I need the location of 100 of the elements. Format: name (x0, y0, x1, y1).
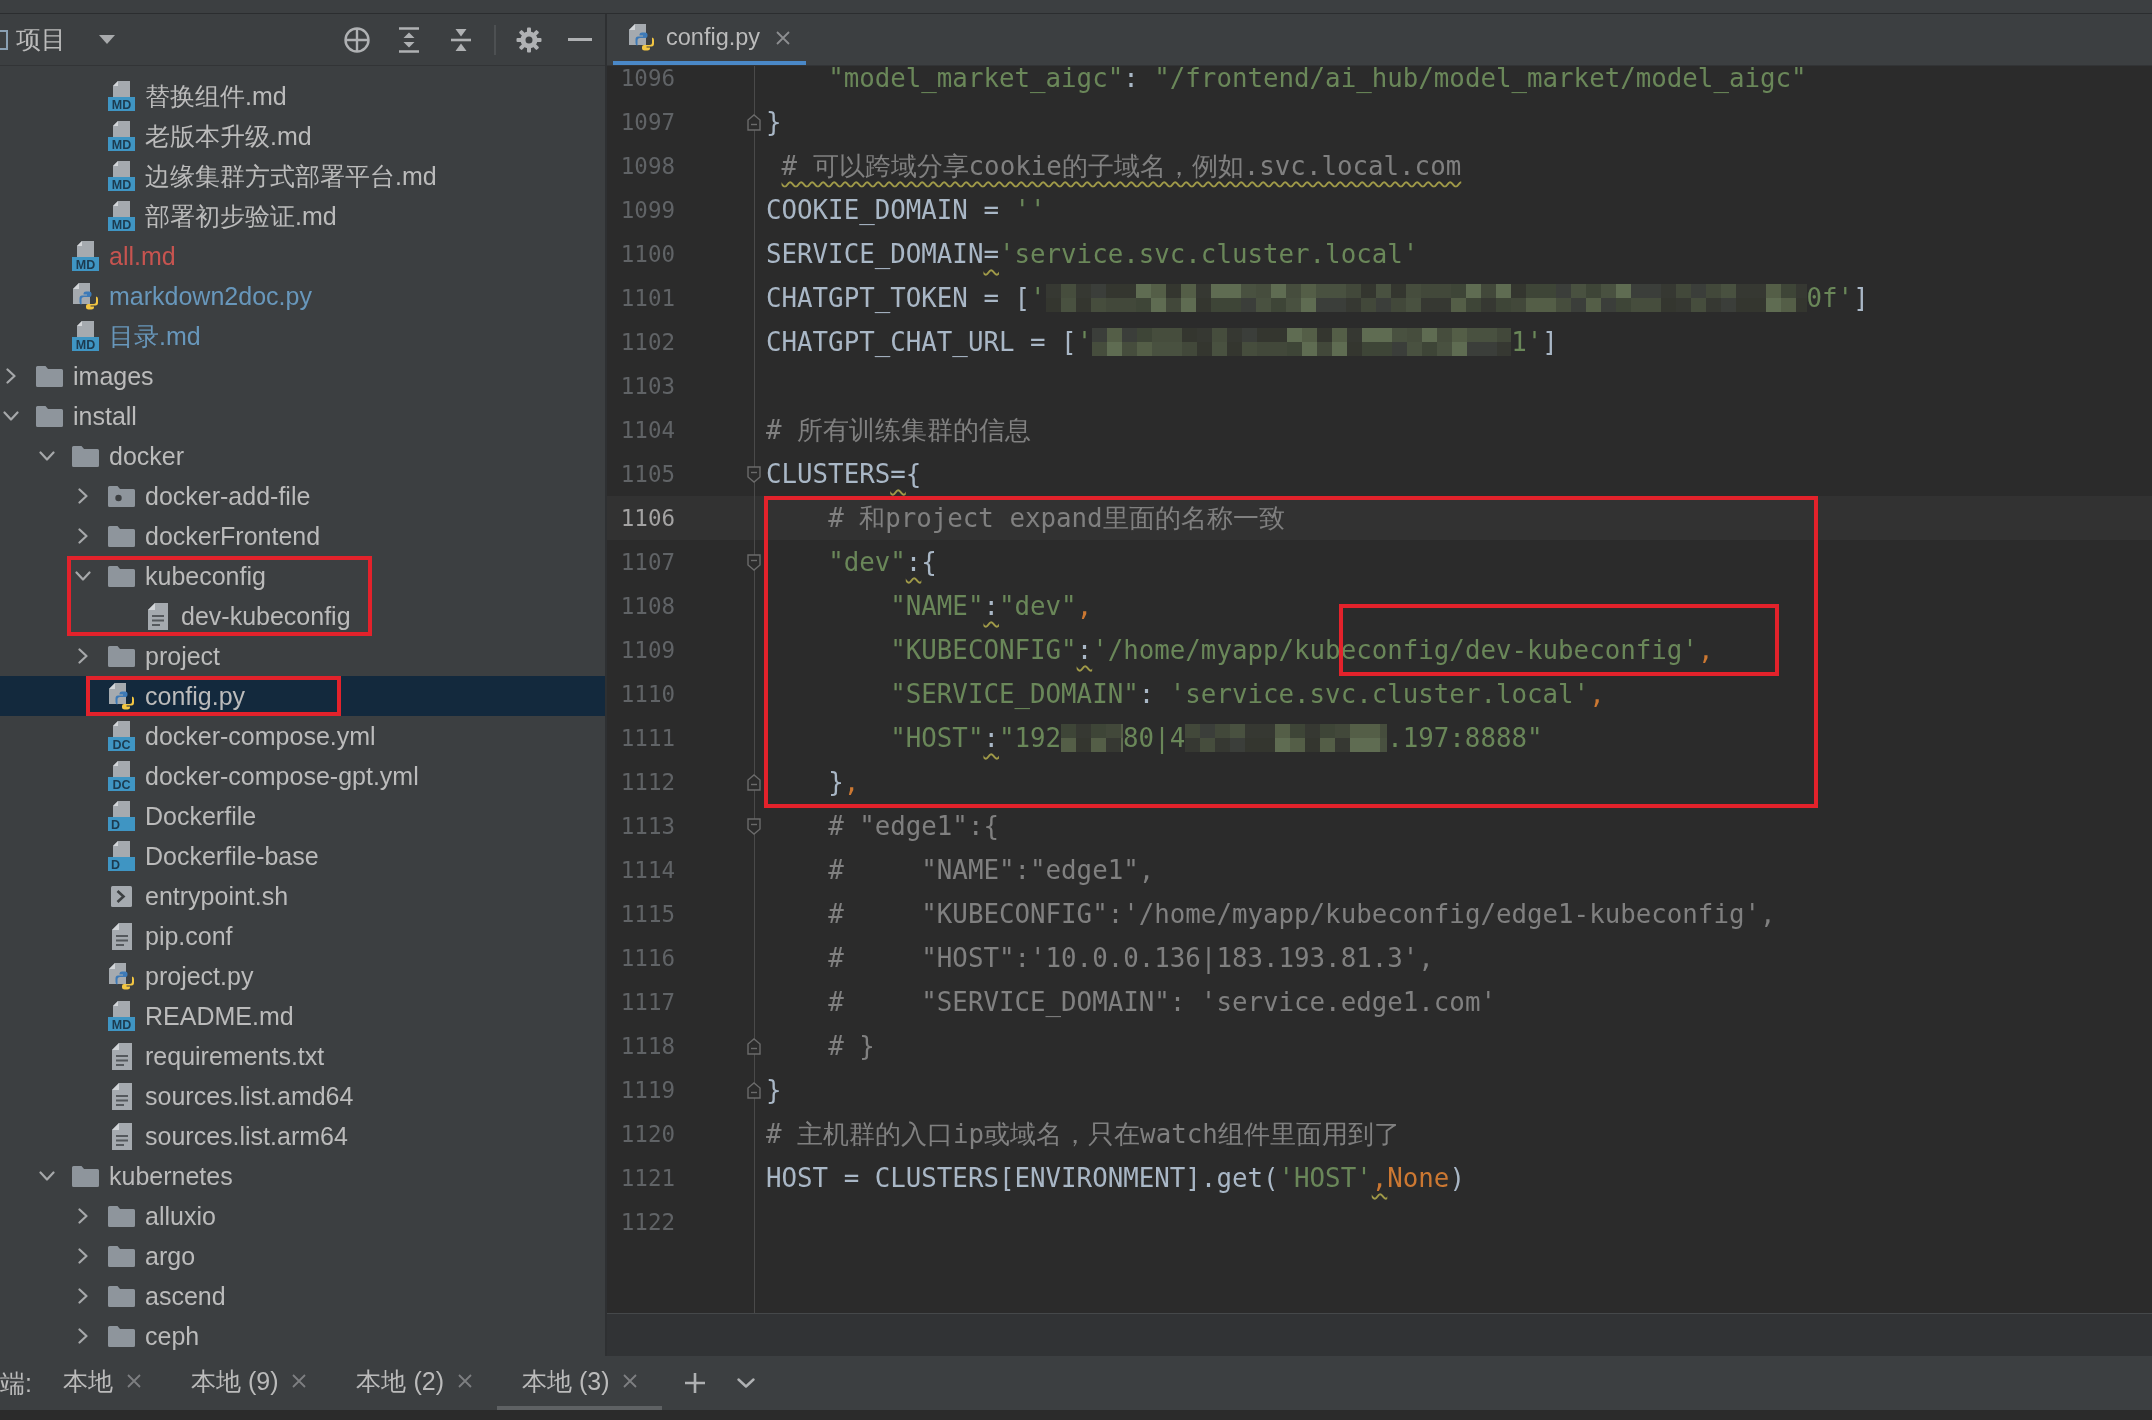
tree-item[interactable]: MD 目录.md (36, 316, 201, 356)
fold-marker-icon[interactable] (747, 113, 761, 131)
close-icon[interactable] (776, 30, 791, 45)
chevron-right-icon[interactable] (78, 1328, 88, 1344)
fold-marker-icon[interactable] (747, 1081, 761, 1099)
plus-icon[interactable] (685, 1373, 706, 1393)
line-number: 1100 (620, 241, 675, 267)
editor-tab[interactable]: config.py (613, 14, 807, 65)
line-number: 1120 (620, 1121, 675, 1147)
tree-item[interactable]: MD 边缘集群方式部署平台.md (72, 156, 437, 196)
tree-item[interactable]: requirements.txt (72, 1036, 325, 1076)
close-icon[interactable] (457, 1374, 472, 1388)
tree-item[interactable]: alluxio (72, 1196, 216, 1236)
text-file-icon (147, 602, 168, 630)
text-file-icon (111, 1122, 132, 1150)
settings-icon[interactable] (516, 26, 542, 53)
panel-title[interactable]: 项目 (16, 23, 66, 56)
tree-item[interactable]: docker (36, 436, 185, 476)
line-number: 1105 (620, 461, 675, 487)
tree-item[interactable]: MD 老版本升级.md (72, 116, 312, 156)
tree-item[interactable]: sources.list.amd64 (72, 1076, 354, 1116)
chevron-down-icon[interactable] (75, 571, 91, 581)
code-text: }, (828, 767, 860, 797)
line-number: 1101 (620, 285, 675, 311)
code-text: # 主机群的入口ip或域名，只在watch组件里面用到了 (766, 1117, 1400, 1151)
fold-marker-icon[interactable] (747, 553, 761, 571)
panel-icon[interactable] (0, 29, 8, 50)
code-text: SERVICE_DOMAIN='service.svc.cluster.local' (766, 239, 1419, 269)
chevron-right-icon[interactable] (78, 528, 88, 544)
tree-item[interactable]: kubernetes (36, 1156, 233, 1196)
code-text: } (766, 1075, 782, 1105)
close-icon[interactable] (126, 1374, 141, 1388)
tree-item[interactable]: argo (72, 1236, 196, 1276)
chevron-right-icon[interactable] (78, 1248, 88, 1264)
tree-item[interactable]: ascend (72, 1276, 226, 1316)
chevron-down-icon[interactable] (737, 1378, 756, 1388)
line-number: 1121 (620, 1165, 675, 1191)
folder-icon (108, 1325, 135, 1347)
code-text: "KUBECONFIG":'/home/myapp/kubeconfig/dev-kubeconfig', (890, 635, 1714, 665)
chevron-right-icon[interactable] (78, 1208, 88, 1224)
tree-item[interactable]: docker-add-file (72, 476, 311, 516)
crosshair-icon[interactable] (344, 26, 370, 53)
tree-item[interactable]: D Dockerfile-base (72, 836, 319, 876)
terminal-tab[interactable]: 本地 (2) (331, 1356, 497, 1410)
fold-marker-icon[interactable] (747, 1037, 761, 1055)
tree-item[interactable]: DC docker-compose.yml (72, 716, 376, 756)
code-text: HOST = CLUSTERS[ENVIRONMENT].get('HOST',None) (766, 1163, 1465, 1193)
tree-item[interactable]: ceph (72, 1316, 200, 1356)
arrows-together-icon[interactable] (448, 26, 474, 53)
chevron-right-icon[interactable] (78, 648, 88, 664)
caret-icon[interactable] (99, 35, 115, 44)
tree-item[interactable]: MD 替换组件.md (72, 76, 287, 116)
fold-marker-icon[interactable] (747, 773, 761, 791)
tree-item[interactable]: project (72, 636, 221, 676)
tree-item[interactable]: install (0, 396, 137, 436)
tree-item[interactable]: MD all.md (36, 236, 176, 276)
chevron-down-icon[interactable] (3, 411, 19, 421)
chevron-right-icon[interactable] (78, 1288, 88, 1304)
text-file-icon (111, 1082, 132, 1110)
tree-item[interactable]: dev-kubeconfig (108, 596, 351, 636)
tree-item[interactable]: images (0, 356, 154, 396)
terminal-tab[interactable]: 本地 (37, 1356, 166, 1410)
chevron-down-icon[interactable] (39, 451, 55, 461)
terminal-tab[interactable]: 本地 (9) (165, 1356, 332, 1410)
tree-item[interactable]: kubeconfig (72, 556, 266, 596)
tree-item[interactable]: MD README.md (72, 996, 294, 1036)
line-number: 1103 (620, 373, 675, 399)
tree-item[interactable]: D Dockerfile (72, 796, 257, 836)
folder-icon (108, 525, 135, 547)
text-file-icon (111, 922, 132, 950)
code-text: 1'] (1511, 327, 1558, 357)
close-icon[interactable] (623, 1374, 638, 1388)
panel-label: 端: (0, 1367, 32, 1399)
code-text: COOKIE_DOMAIN = '' (766, 195, 1046, 225)
code-text: # "SERVICE_DOMAIN": 'service.edge1.com' (828, 987, 1496, 1017)
tree-item[interactable]: MD 部署初步验证.md (72, 196, 337, 236)
code-text: # } (828, 1031, 875, 1061)
tree-item[interactable]: project.py (72, 956, 254, 996)
redaction-mosaic (1061, 724, 1124, 752)
line-number: 1096 (620, 66, 675, 91)
tree-item[interactable]: markdown2doc.py (36, 276, 312, 316)
tree-item[interactable]: config.py (0, 676, 605, 716)
code-text: # 和project expand里面的名称一致 (828, 501, 1285, 535)
tree-item[interactable]: DC docker-compose-gpt.yml (72, 756, 419, 796)
close-icon[interactable] (292, 1374, 307, 1388)
tree-item[interactable]: sources.list.arm64 (72, 1116, 348, 1156)
tree-item[interactable]: entrypoint.sh (72, 876, 289, 916)
chevron-right-icon[interactable] (6, 368, 16, 384)
chevron-down-icon[interactable] (39, 1171, 55, 1181)
code-text: "NAME":"dev", (890, 591, 1093, 621)
line-number: 1097 (620, 109, 675, 135)
fold-marker-icon[interactable] (747, 465, 761, 483)
tree-item[interactable]: dockerFrontend (72, 516, 321, 556)
arrows-apart-icon[interactable] (396, 26, 422, 53)
line-number: 1111 (620, 725, 675, 751)
tree-item[interactable]: pip.conf (72, 916, 233, 956)
chevron-right-icon[interactable] (78, 488, 88, 504)
line-number: 1099 (620, 197, 675, 223)
terminal-file-icon (111, 885, 132, 907)
fold-marker-icon[interactable] (747, 817, 761, 835)
